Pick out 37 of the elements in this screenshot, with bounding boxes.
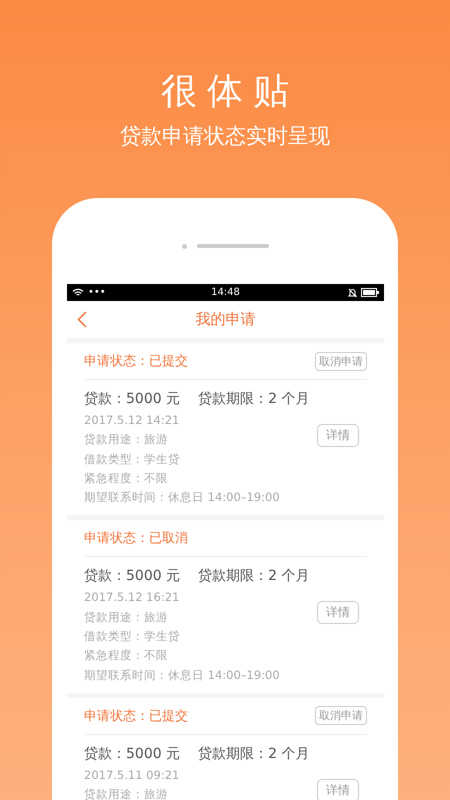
- details-button[interactable]: 详情: [317, 424, 359, 447]
- detail-text: 借款类型：学生贷: [84, 450, 180, 468]
- detail-text: 贷款用途：旅游: [84, 786, 168, 800]
- battery-icon: [361, 288, 379, 297]
- detail-text: 紧急程度：不限: [84, 647, 168, 664]
- date-text: 2017.5.12 16:21: [84, 589, 180, 606]
- subtitle: 贷款申请状态实时呈现: [120, 123, 330, 150]
- headline: 很体贴: [160, 70, 299, 114]
- signal-dots: •••: [88, 287, 106, 298]
- status-label: 申请状态：已取消: [84, 530, 188, 548]
- status-label: 申请状态：已提交: [84, 708, 188, 725]
- details-button[interactable]: 详情: [317, 778, 359, 800]
- clock-time: 14:48: [211, 287, 240, 298]
- detail-text: 紧急程度：不限: [84, 470, 168, 487]
- detail-text: 期望联系时间：休息日 14:00–19:00: [84, 666, 280, 684]
- loan-amount: 贷款：5000 元: [84, 390, 180, 409]
- loan-term: 贷款期限：2 个月: [198, 567, 310, 586]
- detail-text: 期望联系时间：休息日 14:00–19:00: [84, 489, 280, 506]
- page-title: 我的申请: [196, 310, 256, 329]
- loan-amount: 贷款：5000 元: [84, 567, 180, 586]
- date-text: 2017.5.12 14:21: [84, 412, 180, 429]
- speaker-slot: [196, 244, 268, 248]
- cancel-button[interactable]: 取消申请: [315, 352, 367, 370]
- date-text: 2017.5.11 09:21: [84, 766, 180, 784]
- status-label: 申请状态：已提交: [84, 353, 188, 370]
- bell-off-icon: [348, 288, 357, 298]
- wifi-icon: [72, 288, 84, 297]
- loan-term: 贷款期限：2 个月: [198, 744, 310, 764]
- loan-amount: 贷款：5000 元: [84, 744, 180, 764]
- details-button[interactable]: 详情: [317, 601, 359, 624]
- detail-text: 贷款用途：旅游: [84, 608, 168, 626]
- detail-text: 贷款用途：旅游: [84, 431, 168, 448]
- camera-dot: [182, 244, 186, 248]
- detail-text: 借款类型：学生贷: [84, 628, 180, 646]
- loan-term: 贷款期限：2 个月: [198, 390, 310, 409]
- cancel-button[interactable]: 取消申请: [315, 706, 367, 726]
- back-icon[interactable]: [77, 311, 87, 328]
